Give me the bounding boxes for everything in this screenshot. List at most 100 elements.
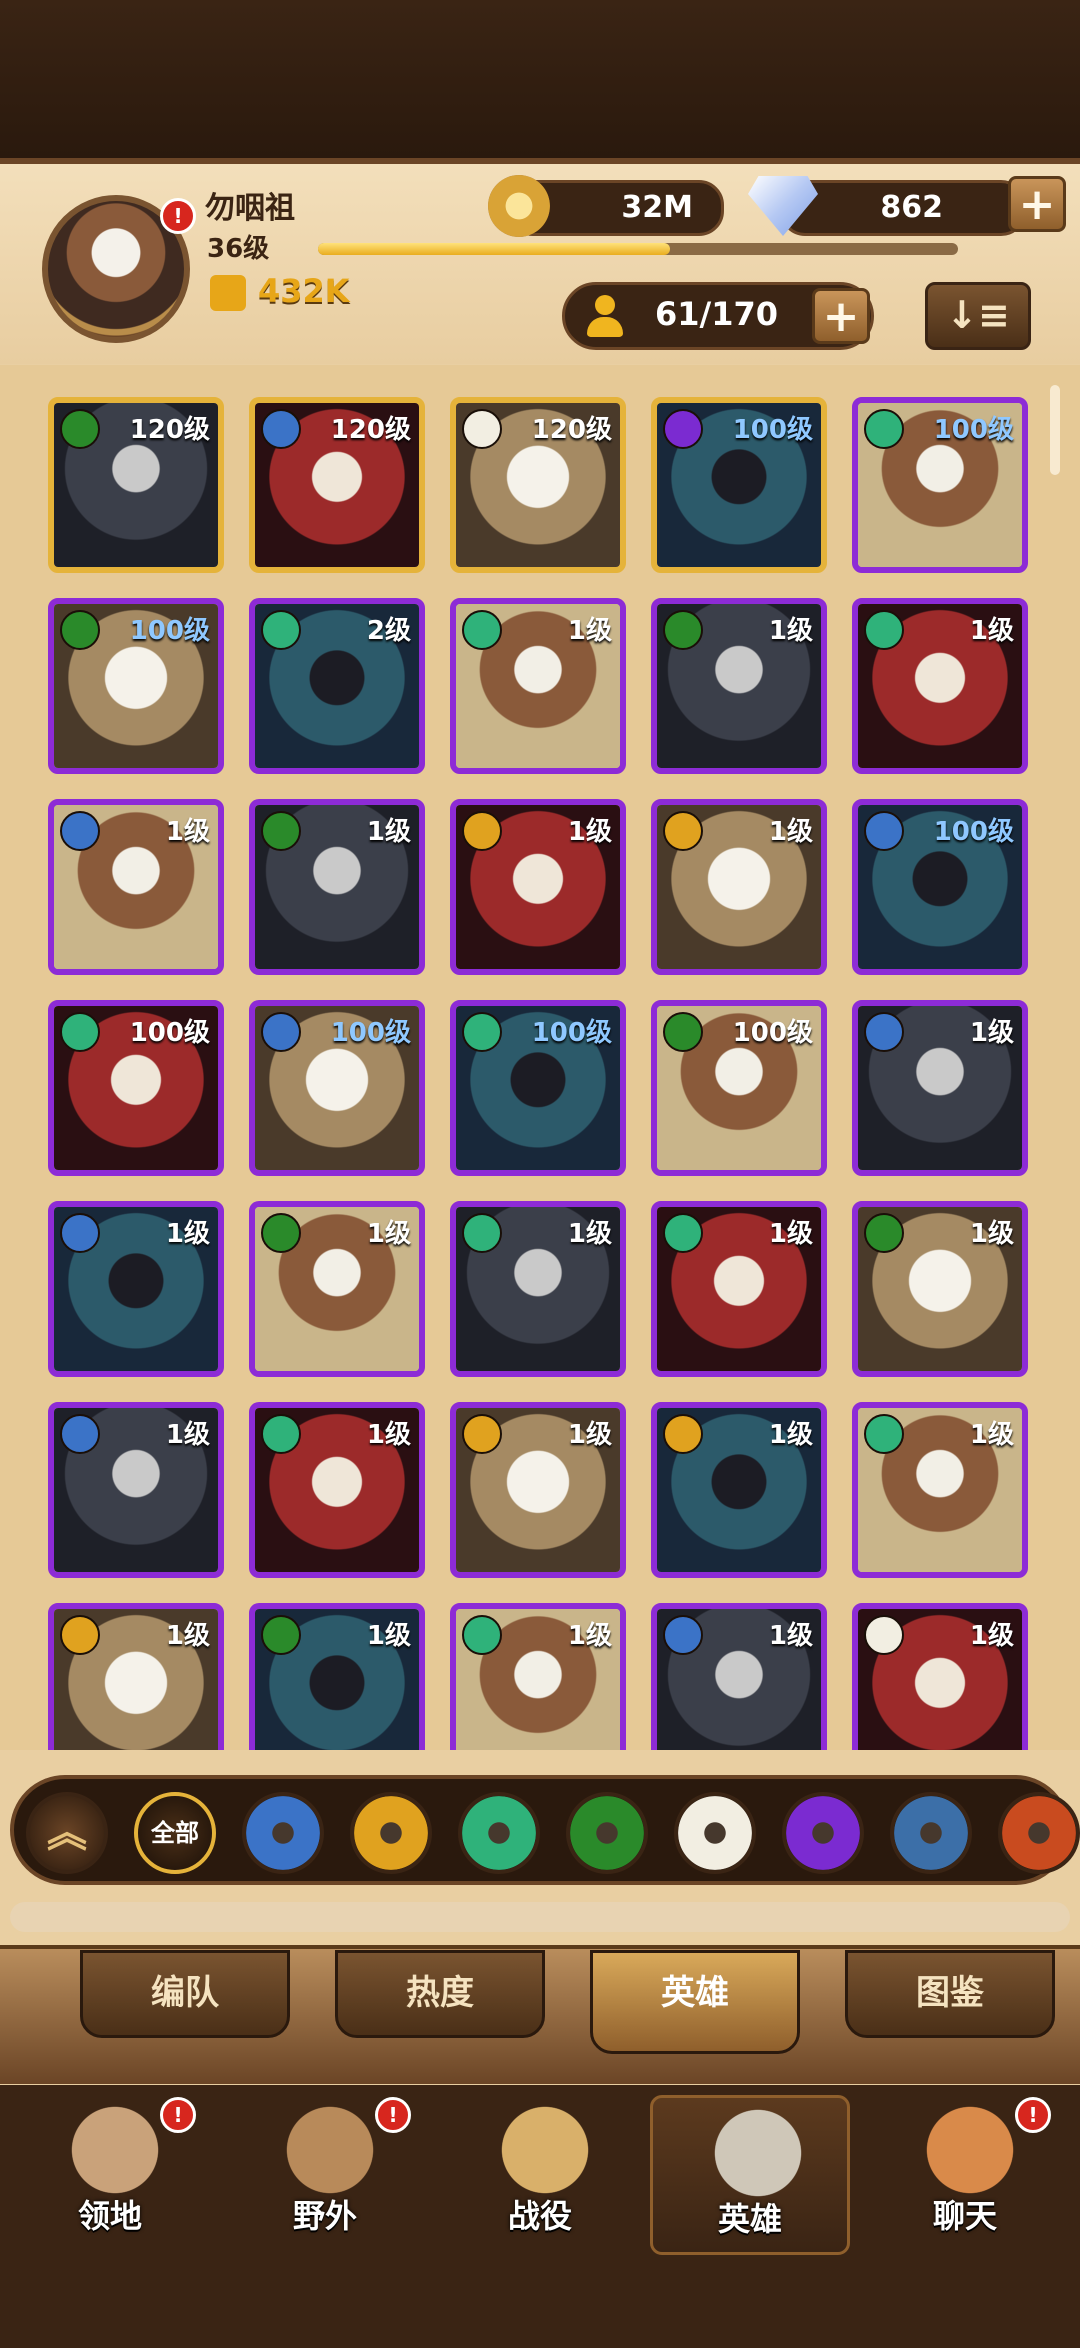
- hero-card[interactable]: 1级: [249, 799, 425, 975]
- hero-card[interactable]: 1级: [48, 1201, 224, 1377]
- nav-label: 领地: [77, 2197, 142, 2235]
- hero-level: 1级: [768, 616, 813, 646]
- hero-level: 1级: [768, 817, 813, 847]
- nature-faction-icon: [864, 409, 904, 449]
- filter-radiant-icon[interactable]: [674, 1792, 756, 1874]
- power-value: 432K: [258, 272, 350, 310]
- forest-eye-faction-icon: [663, 610, 703, 650]
- player-name: 勿咽祖: [205, 191, 295, 226]
- hero-card[interactable]: 1级: [651, 799, 827, 975]
- hero-card[interactable]: 1级: [852, 1000, 1028, 1176]
- collapse-filter-button[interactable]: ︽: [26, 1792, 108, 1874]
- hero-card[interactable]: 1级: [450, 799, 626, 975]
- filter-arcane-icon[interactable]: [890, 1792, 972, 1874]
- hero-card[interactable]: 1级: [48, 799, 224, 975]
- hero-level: 1级: [366, 1621, 411, 1651]
- hero-card[interactable]: 1级: [852, 1402, 1028, 1578]
- hero-card[interactable]: 120级: [249, 397, 425, 573]
- nature-faction-icon: [462, 1012, 502, 1052]
- nature-faction-icon: [462, 1615, 502, 1655]
- hero-card[interactable]: 1级: [450, 598, 626, 774]
- buy-gems-button[interactable]: +: [1008, 176, 1066, 232]
- celestial-faction-icon: [864, 1012, 904, 1052]
- filter-nature-icon[interactable]: [458, 1792, 540, 1874]
- filter-void-icon[interactable]: [782, 1792, 864, 1874]
- hero-grid-area: 120级 120级 120级 100级 100级 100级 2级 1级 1级 1级 1级 1级 1级 1级…: [0, 365, 1080, 1750]
- hero-level: 1级: [165, 1420, 210, 1450]
- nav-alert-badge: !: [160, 2097, 196, 2133]
- hero-card[interactable]: 100级: [651, 397, 827, 573]
- filter-flame-icon[interactable]: [998, 1792, 1080, 1874]
- hero-level: 100级: [933, 817, 1014, 847]
- hero-card[interactable]: 1级: [852, 598, 1028, 774]
- hero-card[interactable]: 100级: [651, 1000, 827, 1176]
- nature-faction-icon: [663, 1213, 703, 1253]
- nature-faction-icon: [60, 1012, 100, 1052]
- tab-codex[interactable]: 图鉴: [845, 1950, 1055, 2038]
- hero-level: 100级: [732, 415, 813, 445]
- hero-card[interactable]: 1级: [651, 1201, 827, 1377]
- expand-roster-button[interactable]: +: [812, 288, 870, 344]
- hero-card[interactable]: 100级: [450, 1000, 626, 1176]
- sort-button[interactable]: ↓≡: [925, 282, 1031, 350]
- hero-level: 1级: [567, 1219, 612, 1249]
- hero-level: 1级: [165, 1621, 210, 1651]
- hero-card[interactable]: 100级: [852, 397, 1028, 573]
- hero-card[interactable]: 1级: [450, 1201, 626, 1377]
- nav-chat-bubble[interactable]: 聊天!: [865, 2095, 1065, 2255]
- hero-card[interactable]: 1级: [48, 1603, 224, 1750]
- tab-popularity[interactable]: 热度: [335, 1950, 545, 2038]
- chat-bubble-icon: [915, 2105, 1025, 2205]
- nav-castle[interactable]: 领地!: [10, 2095, 210, 2255]
- hero-level: 100级: [531, 1018, 612, 1048]
- hero-card[interactable]: 1级: [450, 1402, 626, 1578]
- nav-scroll-map[interactable]: 野外!: [225, 2095, 425, 2255]
- hero-card[interactable]: 2级: [249, 598, 425, 774]
- nav-knight-helmet[interactable]: 英雄: [650, 2095, 850, 2255]
- hero-card[interactable]: 100级: [249, 1000, 425, 1176]
- hero-level: 1级: [366, 1420, 411, 1450]
- tab-formation[interactable]: 编队: [80, 1950, 290, 2038]
- hero-card[interactable]: 1级: [852, 1201, 1028, 1377]
- gem-value: 862: [880, 190, 943, 225]
- battle-sword-icon: [490, 2105, 600, 2205]
- hero-card[interactable]: 1级: [48, 1402, 224, 1578]
- nav-alert-badge: !: [375, 2097, 411, 2133]
- nature-faction-icon: [462, 610, 502, 650]
- grid-scrollbar[interactable]: [1050, 385, 1060, 475]
- hero-card[interactable]: 1级: [249, 1201, 425, 1377]
- hero-card[interactable]: 100级: [852, 799, 1028, 975]
- hero-card[interactable]: 1级: [450, 1603, 626, 1750]
- hero-card[interactable]: 100级: [48, 1000, 224, 1176]
- radiant-faction-icon: [462, 409, 502, 449]
- hero-card[interactable]: 120级: [48, 397, 224, 573]
- gold-coin-icon: [488, 175, 550, 237]
- hero-card[interactable]: 1级: [651, 1603, 827, 1750]
- filter-all-button[interactable]: 全部: [134, 1792, 216, 1874]
- nature-faction-icon: [864, 1414, 904, 1454]
- forest-eye-faction-icon: [261, 1615, 301, 1655]
- hero-card[interactable]: 1级: [651, 1402, 827, 1578]
- nav-battle-sword[interactable]: 战役: [440, 2095, 640, 2255]
- hero-card[interactable]: 120级: [450, 397, 626, 573]
- nature-faction-icon: [864, 610, 904, 650]
- gem-counter: 862: [780, 180, 1026, 236]
- nav-label: 英雄: [717, 2200, 782, 2238]
- hero-card[interactable]: 1级: [852, 1603, 1028, 1750]
- hero-level: 1级: [969, 1420, 1014, 1450]
- filter-solar-icon[interactable]: [350, 1792, 432, 1874]
- hero-level: 100级: [129, 1018, 210, 1048]
- tab-heroes[interactable]: 英雄: [590, 1950, 800, 2054]
- hero-card[interactable]: 1级: [249, 1603, 425, 1750]
- forest-eye-faction-icon: [261, 1213, 301, 1253]
- hero-card[interactable]: 100级: [48, 598, 224, 774]
- hero-level: 1级: [969, 616, 1014, 646]
- hero-card[interactable]: 1级: [651, 598, 827, 774]
- filter-forest-eye-icon[interactable]: [566, 1792, 648, 1874]
- hero-level: 1级: [567, 1420, 612, 1450]
- nav-label: 野外: [292, 2197, 357, 2235]
- hero-level: 1级: [969, 1219, 1014, 1249]
- filter-celestial-icon[interactable]: [242, 1792, 324, 1874]
- hero-card[interactable]: 1级: [249, 1402, 425, 1578]
- xp-bar-fill: [318, 243, 670, 255]
